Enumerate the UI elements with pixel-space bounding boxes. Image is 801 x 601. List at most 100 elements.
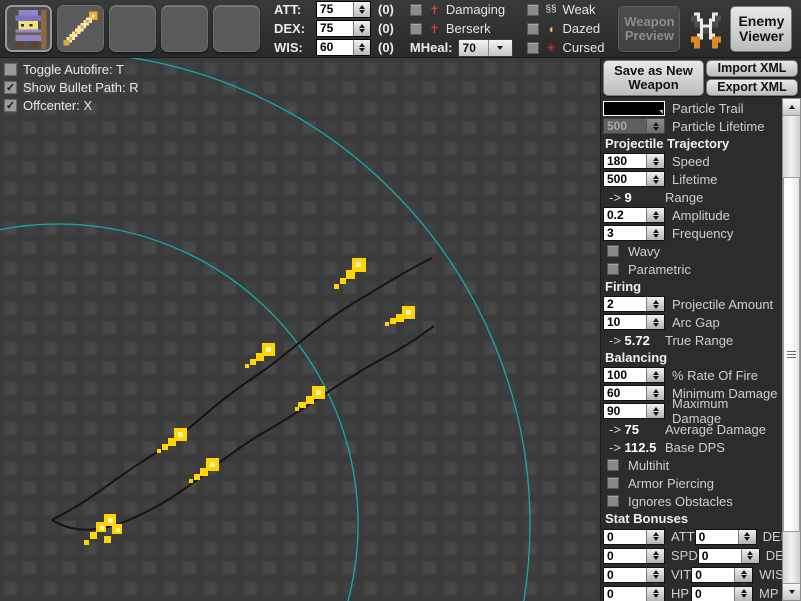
weapon-preview-button[interactable]: Weapon Preview bbox=[618, 5, 681, 52]
hud-row-show-bullet-path[interactable]: ✓ Show Bullet Path: R bbox=[4, 79, 139, 96]
equipment-slot-4[interactable] bbox=[161, 5, 208, 52]
hud-checkbox-offcenter[interactable]: ✓ bbox=[4, 99, 17, 112]
speed-value[interactable]: 180 bbox=[604, 154, 646, 168]
stat-bonus-stepper-hp[interactable]: 0 bbox=[603, 585, 665, 601]
arrow-down-icon[interactable] bbox=[740, 575, 747, 579]
arrow-down-icon[interactable] bbox=[652, 161, 659, 166]
amplitude-stepper[interactable]: 0.2 bbox=[603, 207, 665, 223]
minimum-damage-value[interactable]: 60 bbox=[604, 386, 646, 400]
arrow-down-icon[interactable] bbox=[652, 393, 659, 398]
arrow-down-icon[interactable] bbox=[652, 556, 659, 560]
checkbox-row-berserk[interactable]: ✝ Berserk bbox=[409, 21, 513, 37]
row-wavy[interactable]: Wavy bbox=[603, 242, 779, 260]
arrow-down-icon[interactable] bbox=[747, 556, 754, 560]
panel-scrollbar[interactable] bbox=[782, 98, 801, 601]
arrow-up-icon[interactable] bbox=[652, 570, 659, 574]
row-ignores-obstacles[interactable]: Ignores Obstacles bbox=[603, 492, 779, 510]
arrow-down-icon[interactable] bbox=[652, 304, 659, 309]
arrow-up-icon[interactable] bbox=[740, 570, 747, 574]
checkbox-row-cursed[interactable]: ✳ Cursed bbox=[526, 40, 604, 56]
arrow-up-icon[interactable] bbox=[359, 5, 365, 9]
export-xml-button[interactable]: Export XML bbox=[706, 79, 798, 96]
arrow-up-icon[interactable] bbox=[652, 406, 659, 411]
arrow-up-icon[interactable] bbox=[788, 105, 795, 109]
arrow-up-icon[interactable] bbox=[652, 317, 659, 322]
arrow-down-icon[interactable] bbox=[359, 48, 365, 52]
arrow-up-icon[interactable] bbox=[652, 551, 659, 555]
arrow-down-icon[interactable] bbox=[652, 215, 659, 220]
arrow-up-icon[interactable] bbox=[652, 210, 659, 215]
checkbox-wavy[interactable] bbox=[607, 245, 619, 257]
hud-checkbox-show-bullet-path[interactable]: ✓ bbox=[4, 81, 17, 94]
stat-stepper-wis[interactable]: 60 bbox=[316, 39, 371, 56]
arrow-down-icon[interactable] bbox=[740, 594, 747, 598]
stat-bonus-value-dex[interactable]: 0 bbox=[698, 548, 741, 563]
equipment-slot-weapon-wand[interactable] bbox=[57, 5, 104, 52]
arrow-down-icon[interactable] bbox=[652, 233, 659, 238]
stat-bonus-value-mp[interactable]: 0 bbox=[692, 586, 734, 601]
stat-bonus-stepper-vit[interactable]: 0 bbox=[603, 566, 665, 583]
amplitude-value[interactable]: 0.2 bbox=[604, 208, 646, 222]
checkbox-row-damaging[interactable]: ✝ Damaging bbox=[409, 2, 513, 18]
weapon-preview-canvas[interactable]: Toggle Autofire: T ✓ Show Bullet Path: R… bbox=[0, 58, 600, 601]
maximum-damage-stepper[interactable]: 90 bbox=[603, 403, 665, 419]
equipment-slot-player-wizard[interactable] bbox=[5, 5, 52, 52]
arrow-up-icon[interactable] bbox=[747, 551, 754, 555]
lifetime-value[interactable]: 500 bbox=[604, 172, 646, 186]
arrow-down-icon[interactable] bbox=[652, 179, 659, 184]
stat-stepper-att[interactable]: 75 bbox=[316, 1, 371, 18]
frequency-stepper[interactable]: 3 bbox=[603, 225, 665, 241]
stat-bonus-value-vit[interactable]: 0 bbox=[604, 567, 646, 582]
arrow-down-icon[interactable] bbox=[652, 575, 659, 579]
row-armor-piercing[interactable]: Armor Piercing bbox=[603, 474, 779, 492]
lifetime-stepper[interactable]: 500 bbox=[603, 171, 665, 187]
scrollbar-thumb[interactable] bbox=[783, 177, 800, 532]
mheal-value[interactable]: 70 bbox=[459, 40, 488, 56]
arrow-up-icon[interactable] bbox=[652, 156, 659, 161]
stat-stepper-buttons-wis[interactable] bbox=[353, 40, 370, 55]
stat-bonus-stepper-dex[interactable]: 0 bbox=[697, 547, 760, 564]
stat-bonus-value-spd[interactable]: 0 bbox=[604, 548, 646, 563]
checkbox-multihit[interactable] bbox=[607, 459, 619, 471]
mheal-dropdown[interactable]: 70 bbox=[457, 38, 513, 57]
checkbox-row-dazed[interactable]: ◖ Dazed bbox=[526, 21, 605, 37]
checkbox-row-weak[interactable]: §§ Weak bbox=[526, 2, 605, 18]
arrow-down-icon[interactable] bbox=[788, 590, 795, 594]
projectile-amount-stepper[interactable]: 2 bbox=[603, 296, 665, 312]
checkbox-parametric[interactable] bbox=[607, 263, 619, 275]
arrow-down-icon[interactable] bbox=[359, 10, 365, 14]
stat-bonus-value-def[interactable]: 0 bbox=[695, 529, 738, 544]
arrow-down-icon[interactable] bbox=[744, 537, 751, 541]
enemy-viewer-button[interactable]: Enemy Viewer bbox=[730, 5, 793, 52]
save-as-new-weapon-button[interactable]: Save as New Weapon bbox=[603, 60, 704, 96]
stat-bonus-value-att[interactable]: 0 bbox=[604, 529, 646, 544]
minimum-damage-stepper[interactable]: 60 bbox=[603, 385, 665, 401]
checkbox-cursed[interactable] bbox=[526, 41, 539, 54]
arrow-up-icon[interactable] bbox=[652, 388, 659, 393]
arrow-down-icon[interactable] bbox=[652, 411, 659, 416]
rate-of-fire-value[interactable]: 100 bbox=[604, 368, 646, 382]
arrow-down-icon[interactable] bbox=[652, 594, 659, 598]
arrow-up-icon[interactable] bbox=[652, 532, 659, 536]
particle-trail-color-swatch[interactable] bbox=[603, 100, 665, 116]
hud-checkbox-toggle-autofire[interactable] bbox=[4, 63, 17, 76]
stat-stepper-dex[interactable]: 75 bbox=[316, 20, 371, 37]
arrow-down-icon[interactable] bbox=[652, 322, 659, 327]
stat-bonus-value-wis[interactable]: 0 bbox=[692, 567, 735, 582]
stat-bonus-value-hp[interactable]: 0 bbox=[604, 586, 646, 601]
stat-bonus-stepper-def[interactable]: 0 bbox=[694, 528, 757, 545]
checkbox-dazed[interactable] bbox=[526, 22, 539, 35]
arrow-up-icon[interactable] bbox=[652, 174, 659, 179]
stat-stepper-buttons-att[interactable] bbox=[353, 2, 370, 17]
arrow-up-icon[interactable] bbox=[652, 589, 659, 593]
scroll-up-button[interactable] bbox=[783, 99, 800, 116]
stat-bonus-stepper-spd[interactable]: 0 bbox=[603, 547, 665, 564]
checkbox-ignores-obstacles[interactable] bbox=[607, 495, 619, 507]
equipment-slot-5[interactable] bbox=[213, 5, 260, 52]
arrow-up-icon[interactable] bbox=[359, 43, 365, 47]
stat-value-dex[interactable]: 75 bbox=[317, 21, 353, 36]
arc-gap-value[interactable]: 10 bbox=[604, 315, 646, 329]
arrow-up-icon[interactable] bbox=[652, 370, 659, 375]
arrow-up-icon[interactable] bbox=[652, 299, 659, 304]
speed-stepper[interactable]: 180 bbox=[603, 153, 665, 169]
